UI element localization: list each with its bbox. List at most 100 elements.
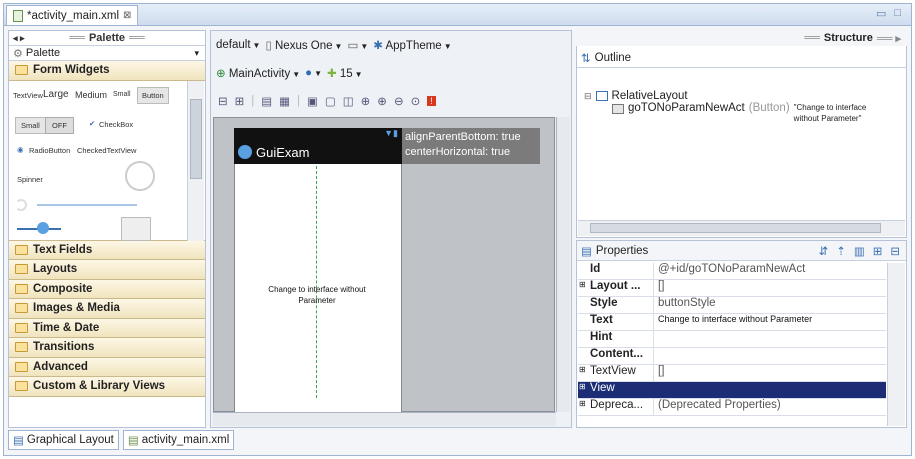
canvas-horizontal-scrollbar[interactable] (213, 412, 556, 426)
outline-icon: ⇅ (581, 52, 591, 65)
widget-large[interactable]: Large (43, 89, 69, 100)
widget-checkbox[interactable]: CheckBox (99, 120, 133, 129)
canvas-vertical-scrollbar[interactable] (556, 117, 570, 412)
category-text-fields[interactable]: Text Fields (9, 240, 205, 260)
editor-tab[interactable]: *activity_main.xml ⊠ (6, 5, 139, 25)
locale-dropdown[interactable]: ● ▼ (305, 67, 322, 79)
widget-textview[interactable]: TextView (13, 91, 43, 100)
fit-icon[interactable]: ◫ (343, 94, 354, 108)
layout-height-icon[interactable]: ⊞ (235, 94, 245, 108)
expand-icon[interactable]: ⊞ (579, 365, 586, 374)
api-dropdown[interactable]: ✚ 15 ▼ (327, 66, 363, 80)
zoom-actual-icon[interactable]: ⊙ (411, 94, 421, 108)
columns-icon[interactable]: ▥ (854, 244, 865, 258)
radio-icon: ◉ (17, 144, 24, 154)
prop-row-deprecated[interactable]: ⊞ Depreca... (Deprecated Properties) (578, 399, 886, 416)
widget-spinner[interactable]: Spinner (17, 175, 43, 184)
widget-medium[interactable]: Medium (75, 90, 107, 100)
real-size-icon[interactable]: ▢ (325, 94, 336, 108)
close-tab-icon[interactable]: ⊠ (123, 10, 131, 21)
widget-small-button[interactable]: Small (15, 116, 46, 134)
prop-row-text[interactable]: Text Change to interface without Paramete… (578, 314, 886, 331)
margins-icon[interactable]: ▤ (261, 94, 272, 108)
category-custom-library-views[interactable]: Custom & Library Views (9, 377, 205, 397)
toolbar-row-1: default ▼ ▯ Nexus One ▼ ▭ ▼ ✱ AppTheme ▼ (216, 38, 452, 52)
folder-icon (15, 303, 28, 314)
seekbar-thumb[interactable] (37, 221, 49, 234)
tree-root[interactable]: ⊟ RelativeLayout (584, 90, 688, 102)
device-icon: ▯ (265, 40, 272, 52)
expand-icon[interactable]: ⊞ (579, 280, 586, 289)
gravity-icon[interactable]: ▦ (279, 94, 290, 108)
progress-spinner-icon[interactable] (125, 160, 155, 191)
outline-horizontal-scrollbar[interactable] (578, 220, 905, 236)
zoom-in-icon[interactable]: ⊕ (377, 94, 387, 108)
minimize-icon[interactable]: ▭ (876, 7, 886, 20)
collapse-arrows-icon[interactable]: ◂ ▸ (13, 33, 25, 44)
layout-width-icon[interactable]: ⊟ (218, 94, 228, 108)
palette-scrollbar[interactable] (187, 80, 204, 241)
emulate-size-icon[interactable]: ▣ (307, 94, 318, 108)
category-images-media[interactable]: Images & Media (9, 299, 205, 319)
expand-icon[interactable]: ⊞ (579, 382, 586, 391)
prop-row-view-selected[interactable]: ⊞ View (578, 382, 886, 399)
progress-bar[interactable] (37, 203, 137, 206)
widget-toggle[interactable]: OFF (45, 116, 74, 134)
app-title: GuiExam (256, 144, 310, 160)
tab-activity-main-xml[interactable]: ▤ activity_main.xml (122, 430, 235, 450)
prop-row-layout[interactable]: ⊞ Layout ...[] (578, 280, 886, 297)
activity-icon: ⊕ (216, 68, 226, 80)
small-progress-icon[interactable] (15, 198, 27, 211)
bottom-tabs: ▤ Graphical Layout ▤ activity_main.xml (8, 430, 235, 450)
category-time-date[interactable]: Time & Date (9, 318, 205, 338)
orientation-dropdown[interactable]: ▭ ▼ (347, 38, 368, 52)
prop-row-content-description[interactable]: Content... (578, 348, 886, 365)
toolbar-row-3: ⊟ ⊞ | ▤ ▦ | ▣ ▢ ◫ ⊕ ⊕ ⊖ ⊙ ! (218, 94, 436, 108)
prop-row-textview[interactable]: ⊞ TextView[] (578, 365, 886, 382)
config-dropdown[interactable]: default ▼ (216, 39, 260, 51)
zoom-icon[interactable]: ⊕ (361, 94, 371, 108)
prop-row-id[interactable]: Id @+id/goTONoParamNewAct (578, 263, 886, 280)
prop-row-hint[interactable]: Hint (578, 331, 886, 348)
widget-radio[interactable]: RadioButton (29, 146, 70, 155)
device-dropdown[interactable]: ▯ Nexus One ▼ (265, 38, 342, 52)
action-bar: GuiExam (234, 140, 402, 164)
properties-scrollbar[interactable] (887, 263, 905, 426)
category-composite[interactable]: Composite (9, 279, 205, 299)
canvas-button[interactable]: Change to interface without Parameter (262, 284, 372, 306)
center-guide-line (316, 166, 317, 398)
activity-dropdown[interactable]: ⊕ MainActivity ▼ (216, 66, 300, 80)
expand-icon[interactable]: ⊞ (579, 399, 586, 408)
collapse-icon[interactable]: ⊟ (584, 91, 592, 102)
expand-all-icon[interactable]: ⊞ (873, 244, 883, 258)
quickcontact-icon[interactable] (121, 216, 151, 241)
star-icon: ✱ (373, 40, 383, 52)
widget-small[interactable]: Small (113, 91, 131, 98)
widget-button[interactable]: Button (137, 86, 169, 104)
tab-graphical-layout[interactable]: ▤ Graphical Layout (8, 430, 119, 450)
properties-icon: ▤ (581, 245, 592, 258)
category-transitions[interactable]: Transitions (9, 338, 205, 358)
category-layouts[interactable]: Layouts (9, 260, 205, 280)
category-form-widgets[interactable]: Form Widgets (9, 61, 205, 81)
sort-icon[interactable]: ⇵ (819, 244, 829, 258)
prop-row-style[interactable]: Style buttonStyle (578, 297, 886, 314)
collapse-all-icon[interactable]: ⊟ (890, 244, 900, 258)
lint-warning-icon[interactable]: ! (427, 96, 436, 106)
android-icon: ✚ (327, 68, 337, 80)
maximize-icon[interactable]: □ (894, 7, 901, 20)
chevron-down-icon[interactable]: ▾ (194, 48, 199, 59)
screen-icon: ▭ (347, 40, 359, 52)
status-bar: ▼▮ (234, 128, 402, 140)
folder-icon (15, 361, 28, 372)
filter-icon[interactable]: ⇡ (836, 244, 846, 258)
xml-file-icon: ▤ (127, 435, 139, 447)
device-screen[interactable] (234, 128, 402, 418)
category-advanced[interactable]: Advanced (9, 357, 205, 377)
zoom-out-icon[interactable]: ⊖ (394, 94, 404, 108)
tree-child-button[interactable]: goTONoParamNewAct (Button) "Change to in… (612, 102, 904, 124)
palette-selector[interactable]: ⚙ Palette ▾ (9, 45, 205, 61)
theme-dropdown[interactable]: ✱ AppTheme ▼ (373, 38, 451, 52)
form-widgets-area: TextView Large Medium Small Button Small… (9, 80, 205, 241)
widget-checked-textview[interactable]: CheckedTextView (77, 146, 136, 155)
